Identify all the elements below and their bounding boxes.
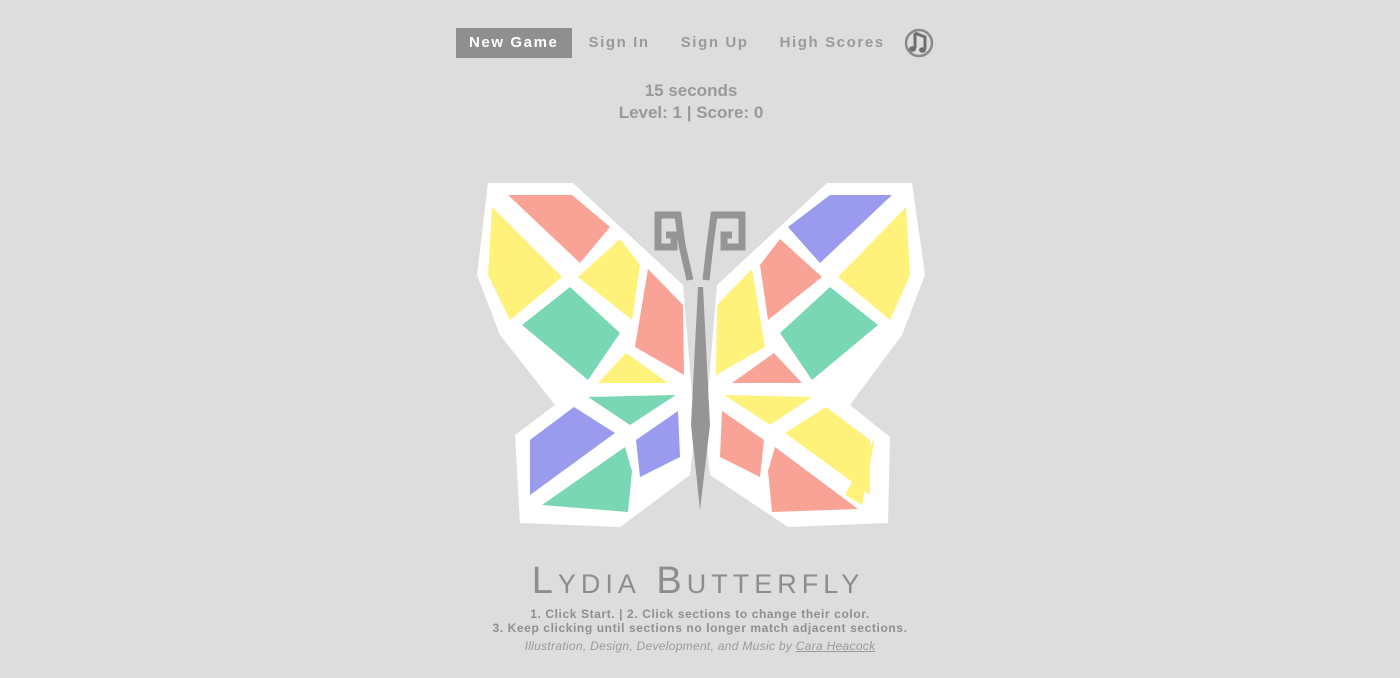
credits-prefix: Illustration, Design, Development, and M… [524,639,796,653]
timer-text: 15 seconds [644,81,738,100]
game-page: New Game Sign In Sign Up High Scores 15 … [0,0,1400,678]
instructions: 1. Click Start. | 2. Click sections to c… [0,607,1400,635]
credits: Illustration, Design, Development, and M… [0,639,1400,653]
instructions-line-1: 1. Click Start. | 2. Click sections to c… [530,607,870,621]
author-link[interactable]: Cara Heacock [796,639,876,653]
instructions-line-2: 3. Keep clicking until sections no longe… [492,621,908,635]
butterfly-body [691,287,710,510]
sign-up-link[interactable]: Sign Up [681,28,749,58]
game-status: 15 seconds Level: 1 | Score: 0 [0,80,1382,124]
high-scores-link[interactable]: High Scores [780,28,885,58]
music-note-icon[interactable] [903,27,935,59]
level-score-text: Level: 1 | Score: 0 [618,103,764,122]
new-game-button[interactable]: New Game [456,28,572,58]
top-navigation: New Game Sign In Sign Up High Scores [456,28,935,58]
sign-in-link[interactable]: Sign In [589,28,650,58]
game-title: Lydia Butterfly [531,560,865,602]
butterfly-puzzle [477,183,925,527]
